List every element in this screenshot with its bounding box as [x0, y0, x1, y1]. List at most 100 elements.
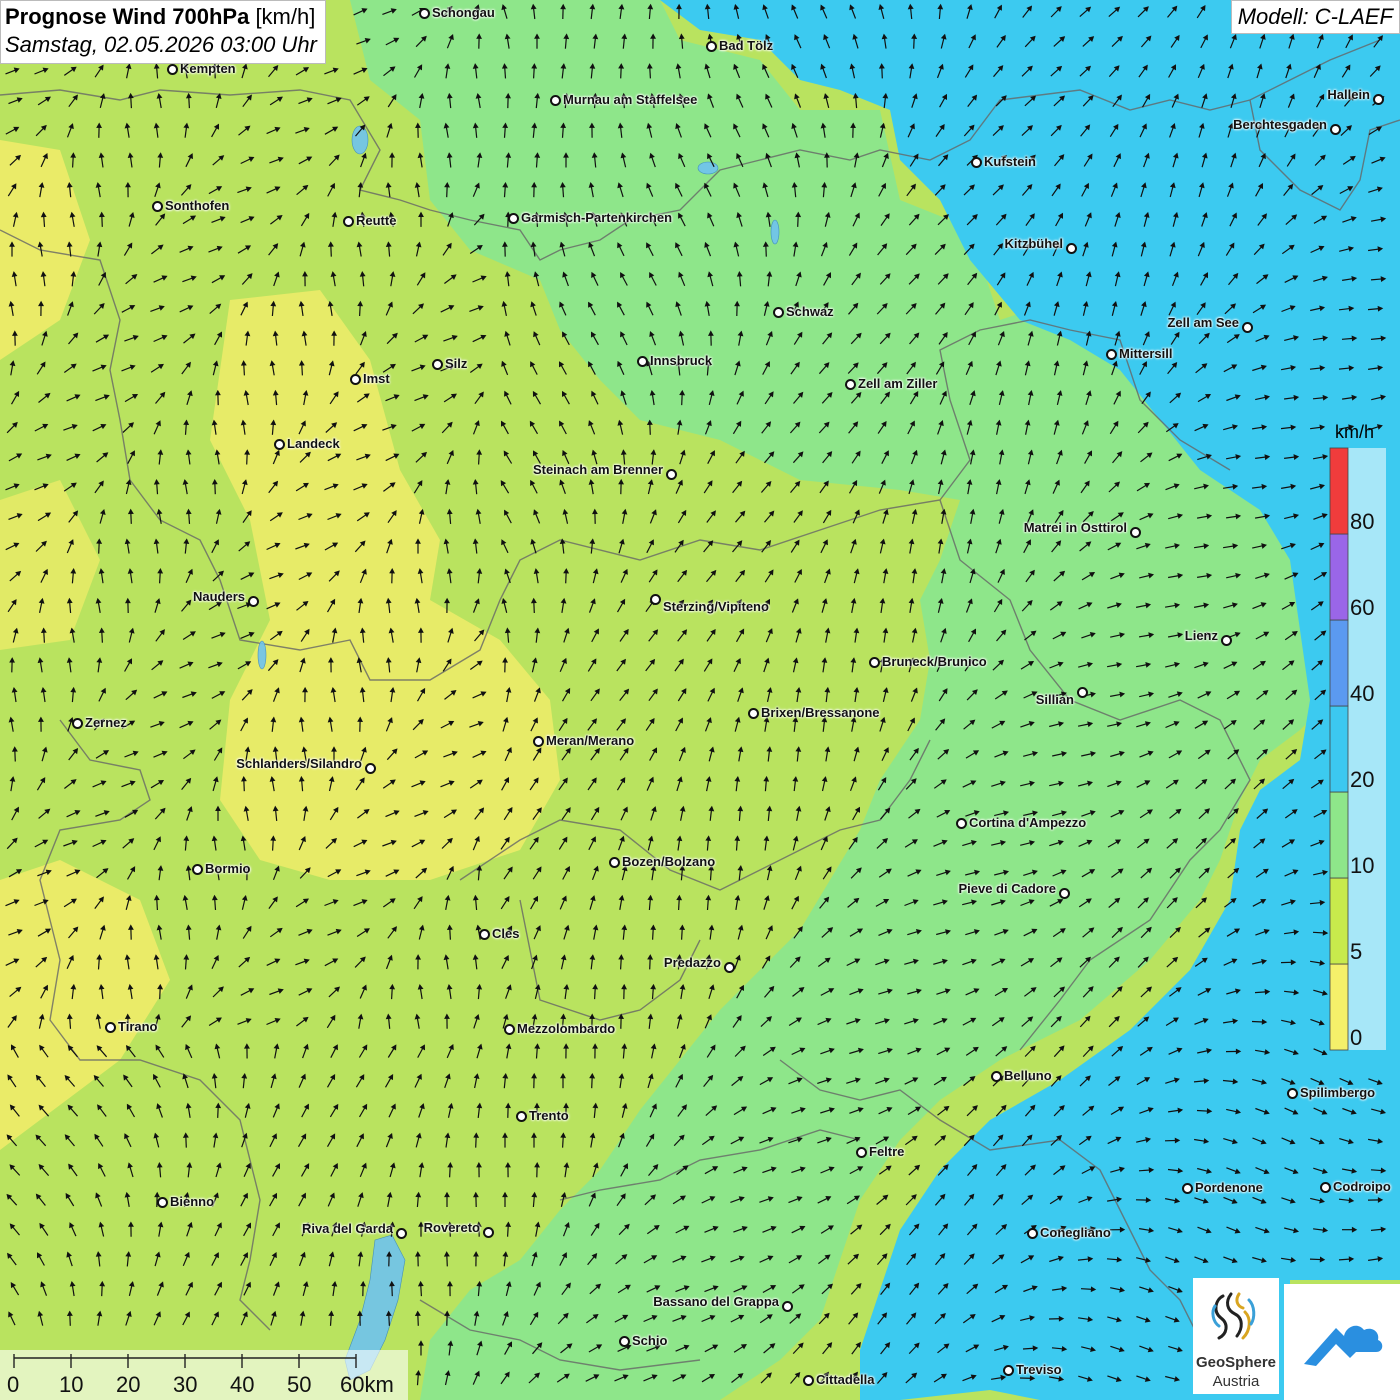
city-label: Murnau am Staffelsee [563, 92, 698, 107]
legend-label-40: 40 [1350, 681, 1375, 706]
scale-label-50: 50 [287, 1372, 312, 1397]
city-marker-icon [1373, 94, 1384, 105]
city-marker-icon [650, 594, 661, 605]
city-label: Sterzing/Vipiteno [663, 599, 769, 614]
city-marker-icon [773, 307, 784, 318]
city-marker-icon [516, 1111, 527, 1122]
city-marker-icon [508, 213, 519, 224]
logo-name-line1: GeoSphere [1195, 1354, 1277, 1371]
city-marker-icon [706, 41, 717, 52]
city-label: Bad Tölz [719, 38, 774, 53]
city-marker-icon [845, 379, 856, 390]
city-marker-icon [419, 8, 430, 19]
legend-unit: km/h [1335, 422, 1375, 442]
city-label: Zernez [85, 715, 127, 730]
city-marker-icon [1287, 1088, 1298, 1099]
city-label: Pieve di Cadore [958, 881, 1056, 896]
city-label: Bruneck/Brunico [882, 654, 987, 669]
city-marker-icon [533, 736, 544, 747]
subtitle: Samstag, 02.05.2026 03:00 Uhr [5, 32, 317, 57]
city-marker-icon [619, 1336, 630, 1347]
city-label: Steinach am Brenner [532, 462, 663, 477]
city-label: Cles [492, 926, 520, 941]
city-label: Riva del Garda [301, 1221, 393, 1236]
city-marker-icon [1077, 687, 1088, 698]
city-marker-icon [483, 1227, 494, 1238]
city-label: Schongau [432, 5, 495, 20]
geosphere-mark-icon [1211, 1292, 1256, 1340]
city-label: Bozen/Bolzano [622, 854, 716, 869]
city-label: Hallein [1327, 87, 1370, 102]
scale-label-10: 10 [59, 1372, 84, 1397]
wind-map[interactable]: Schongau Bad Tölz Kempten Murnau am Staffel… [0, 0, 1400, 1400]
city-marker-icon [274, 439, 285, 450]
city-marker-icon [1066, 243, 1077, 254]
city-label: Nauders [192, 589, 245, 604]
city-label: Belluno [1004, 1068, 1052, 1083]
city-marker-icon [192, 864, 203, 875]
city-label: Zell am See [1167, 315, 1239, 330]
title: Prognose Wind 700hPa [km/h] [5, 3, 317, 31]
city-label: Innsbruck [650, 353, 713, 368]
city-marker-icon [803, 1375, 814, 1386]
city-label: Sonthofen [165, 198, 230, 213]
model-label: Modell: C-LAEF [1230, 0, 1400, 34]
city-label: Kufstein [984, 154, 1036, 169]
city-label: Tirano [118, 1019, 158, 1034]
city-marker-icon [105, 1022, 116, 1033]
logo-name-line2: Austria [1212, 1373, 1260, 1390]
city-marker-icon [869, 657, 880, 668]
city-marker-icon [72, 718, 83, 729]
city-label: Berchtesgaden [1233, 117, 1327, 132]
city-label: Mittersill [1119, 346, 1173, 361]
city-marker-icon [1027, 1228, 1038, 1239]
title-box: Prognose Wind 700hPa [km/h] Samstag, 02.… [0, 0, 326, 64]
legend-label-80: 80 [1350, 509, 1375, 534]
app-logo[interactable] [1284, 1284, 1400, 1400]
city-label: Imst [363, 371, 390, 386]
city-marker-icon [1182, 1183, 1193, 1194]
city-marker-icon [782, 1301, 793, 1312]
title-unit: [km/h] [255, 4, 316, 29]
city-marker-icon [956, 818, 967, 829]
city-marker-icon [365, 763, 376, 774]
city-label: Codroipo [1333, 1179, 1391, 1194]
city-marker-icon [343, 216, 354, 227]
city-label: Brixen/Bressanone [761, 705, 880, 720]
city-label: Treviso [1016, 1362, 1062, 1377]
city-label: Cittadella [816, 1372, 875, 1387]
geosphere-logo[interactable]: GeoSphere Austria [1193, 1278, 1279, 1394]
city-label: Rovereto [423, 1220, 480, 1235]
city-label: Reutte [356, 213, 397, 228]
city-marker-icon [724, 962, 735, 973]
legend-label-10: 10 [1350, 853, 1375, 878]
city-label: Lienz [1184, 628, 1218, 643]
scale-label-60: 60km [340, 1372, 394, 1397]
city-marker-icon [609, 857, 620, 868]
city-label: Schio [632, 1333, 668, 1348]
city-label: Cortina d'Ampezzo [969, 815, 1087, 830]
city-label: Feltre [869, 1144, 905, 1159]
city-label: Meran/Merano [546, 733, 635, 748]
city-label: Garmisch-Partenkirchen [521, 210, 673, 225]
city-marker-icon [666, 469, 677, 480]
city-label: Landeck [287, 436, 340, 451]
city-marker-icon [856, 1147, 867, 1158]
scale-label-30: 30 [173, 1372, 198, 1397]
city-marker-icon [350, 374, 361, 385]
city-label: Spilimbergo [1300, 1085, 1376, 1100]
city-label: Silz [445, 356, 468, 371]
city-marker-icon [167, 64, 178, 75]
scale-label-20: 20 [116, 1372, 141, 1397]
scale-label-40: 40 [230, 1372, 255, 1397]
city-marker-icon [1320, 1182, 1331, 1193]
city-marker-icon [432, 359, 443, 370]
city-marker-icon [1059, 888, 1070, 899]
legend-label-0: 0 [1350, 1025, 1363, 1050]
legend-label-20: 20 [1350, 767, 1375, 792]
city-label: Bormio [205, 861, 251, 876]
city-label: Kitzbühel [1004, 236, 1064, 251]
city-marker-icon [1242, 322, 1253, 333]
city-marker-icon [971, 157, 982, 168]
city-marker-icon [748, 708, 759, 719]
